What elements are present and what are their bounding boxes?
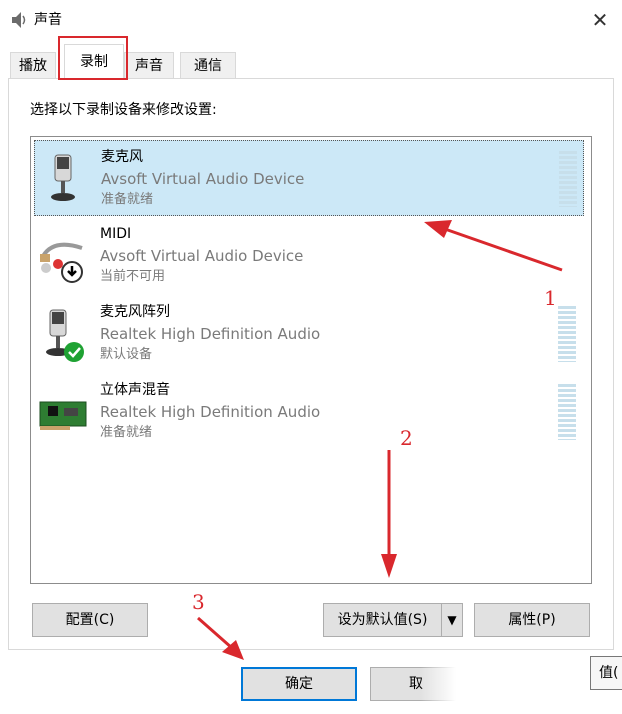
speaker-icon (12, 12, 26, 28)
window-title: 声音 (34, 12, 62, 28)
screenshot-fade (420, 660, 510, 710)
level-meter (558, 384, 576, 440)
device-status: 准备就绪 (100, 425, 153, 440)
configure-button[interactable]: 配置(C) (32, 603, 148, 637)
ok-button[interactable]: 确定 (241, 667, 357, 701)
device-name: MIDI (100, 226, 132, 242)
tab-playback[interactable]: 播放 (10, 52, 56, 79)
level-meter (558, 306, 576, 362)
audio-cable-icon (40, 242, 83, 283)
device-name: 麦克风 (101, 149, 143, 165)
set-default-dropdown-button[interactable]: ▼ (441, 603, 463, 637)
device-status: 准备就绪 (101, 192, 154, 207)
tab-sounds[interactable]: 声音 (124, 52, 174, 79)
device-status: 默认设备 (100, 347, 153, 362)
device-status: 当前不可用 (100, 269, 166, 284)
device-driver: Realtek High Definition Audio (100, 403, 321, 421)
device-item-stereo-mix[interactable]: 立体声混音 Realtek High Definition Audio 准备就绪 (34, 374, 584, 450)
level-meter (559, 151, 577, 207)
annotation-number-3: 3 (192, 590, 205, 614)
tab-highlight-annotation (58, 36, 128, 80)
microphone-icon (51, 154, 75, 201)
device-item-microphone-array[interactable]: 麦克风阵列 Realtek High Definition Audio 默认设备 (34, 296, 584, 372)
device-driver: Avsoft Virtual Audio Device (100, 247, 304, 265)
tab-communications[interactable]: 通信 (180, 52, 236, 79)
instruction-text: 选择以下录制设备来修改设置: (30, 102, 217, 118)
set-default-button[interactable]: 设为默认值(S) (323, 603, 441, 637)
annotation-number-2: 2 (400, 426, 413, 450)
annotation-number-1: 1 (544, 286, 557, 310)
device-item-microphone[interactable]: 麦克风 Avsoft Virtual Audio Device 准备就绪 (34, 140, 584, 216)
device-driver: Realtek High Definition Audio (100, 325, 321, 343)
sound-card-icon (39, 401, 87, 430)
device-driver: Avsoft Virtual Audio Device (101, 170, 305, 188)
apply-button[interactable]: 值( (590, 656, 622, 690)
device-name: 麦克风阵列 (100, 304, 170, 320)
properties-button[interactable]: 属性(P) (474, 603, 590, 637)
check-badge-icon (64, 342, 84, 362)
close-button[interactable]: ✕ (586, 6, 614, 34)
device-item-midi[interactable]: MIDI Avsoft Virtual Audio Device 当前不可用 (34, 218, 584, 294)
microphone-icon (46, 309, 84, 362)
device-name: 立体声混音 (100, 382, 170, 398)
